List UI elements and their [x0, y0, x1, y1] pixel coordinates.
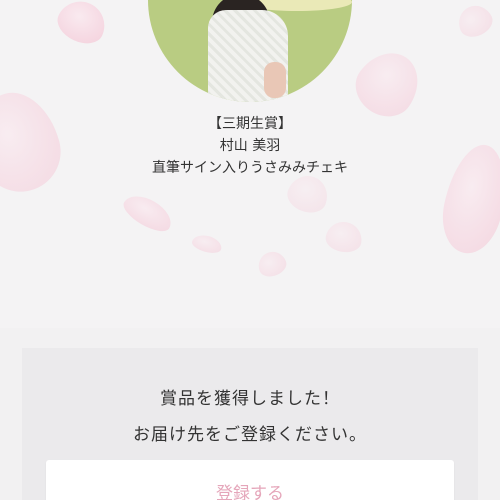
- petal-decoration: [118, 188, 178, 238]
- registration-card: 賞品を獲得しました！ お届け先をご登録ください。 登録する: [22, 348, 478, 500]
- prize-page: 【三期生賞】 村山 美羽 直筆サイン入りうさみみチェキ 賞品を獲得しました！ お…: [0, 0, 500, 500]
- petal-decoration: [254, 247, 290, 281]
- member-name: 村山 美羽: [219, 138, 281, 154]
- prize-item: 直筆サイン入りうさみみチェキ: [152, 160, 348, 176]
- petal-decoration: [323, 219, 365, 255]
- register-button[interactable]: 登録する: [46, 460, 454, 500]
- address-prompt: お届け先をご登録ください。: [133, 425, 367, 445]
- member-photo: [148, 0, 352, 102]
- prize-hero: 【三期生賞】 村山 美羽 直筆サイン入りうさみみチェキ: [0, 0, 500, 328]
- petal-decoration: [190, 232, 224, 256]
- petal-decoration: [51, 0, 113, 51]
- petal-decoration: [453, 0, 497, 42]
- prize-tier: 【三期生賞】: [208, 116, 292, 132]
- register-button-label: 登録する: [216, 484, 284, 500]
- win-message: 賞品を獲得しました！: [160, 389, 340, 409]
